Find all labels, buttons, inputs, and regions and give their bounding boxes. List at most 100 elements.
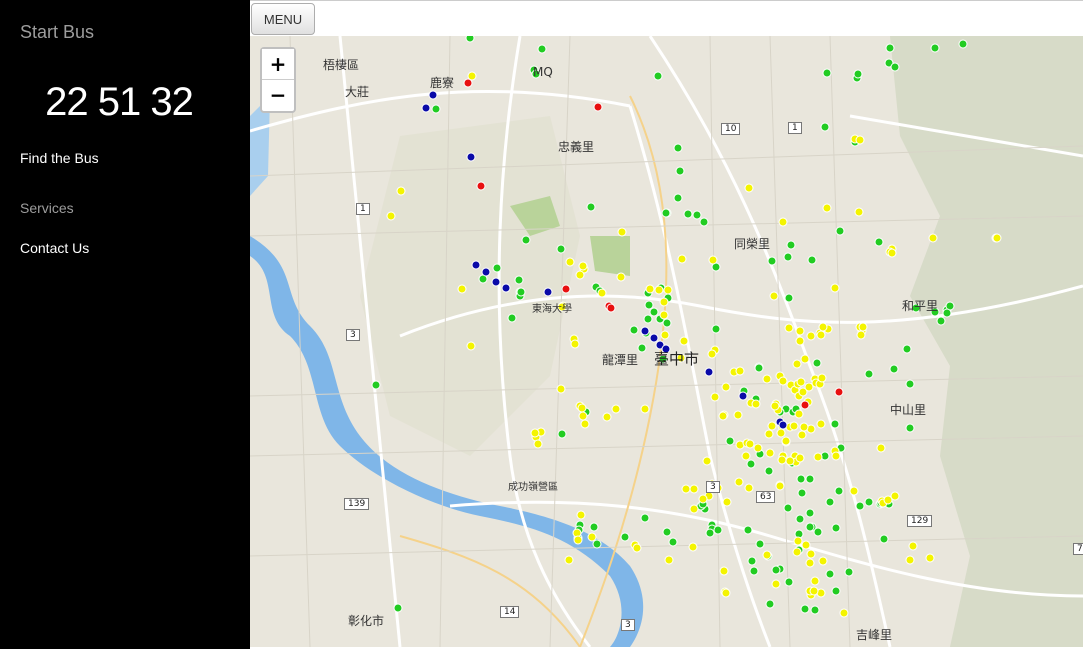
bus-marker-yellow[interactable]: [659, 310, 669, 320]
nav-services[interactable]: Services: [20, 200, 74, 216]
bus-marker-yellow[interactable]: [681, 484, 691, 494]
bus-marker-green[interactable]: [507, 313, 517, 323]
bus-marker-yellow[interactable]: [735, 366, 745, 376]
bus-marker-yellow[interactable]: [818, 322, 828, 332]
bus-marker-yellow[interactable]: [578, 261, 588, 271]
bus-marker-yellow[interactable]: [854, 207, 864, 217]
bus-marker-yellow[interactable]: [816, 330, 826, 340]
bus-marker-green[interactable]: [765, 599, 775, 609]
bus-marker-green[interactable]: [371, 380, 381, 390]
bus-marker-green[interactable]: [643, 314, 653, 324]
bus-marker-green[interactable]: [521, 235, 531, 245]
bus-marker-green[interactable]: [795, 514, 805, 524]
bus-marker-green[interactable]: [743, 525, 753, 535]
bus-marker-yellow[interactable]: [663, 285, 673, 295]
bus-marker-green[interactable]: [855, 501, 865, 511]
bus-marker-yellow[interactable]: [575, 270, 585, 280]
bus-marker-yellow[interactable]: [702, 456, 712, 466]
bus-marker-blue[interactable]: [738, 391, 748, 401]
bus-marker-green[interactable]: [784, 577, 794, 587]
bus-marker-yellow[interactable]: [764, 429, 774, 439]
nav-contact-us[interactable]: Contact Us: [20, 240, 89, 256]
bus-marker-green[interactable]: [890, 62, 900, 72]
bus-marker-yellow[interactable]: [741, 451, 751, 461]
bus-marker-yellow[interactable]: [664, 555, 674, 565]
bus-marker-yellow[interactable]: [573, 535, 583, 545]
bus-marker-yellow[interactable]: [721, 382, 731, 392]
bus-marker-yellow[interactable]: [776, 428, 786, 438]
bus-marker-green[interactable]: [797, 488, 807, 498]
bus-marker-yellow[interactable]: [718, 411, 728, 421]
bus-marker-green[interactable]: [874, 237, 884, 247]
bus-marker-green[interactable]: [784, 293, 794, 303]
bus-marker-yellow[interactable]: [677, 254, 687, 264]
bus-marker-blue[interactable]: [640, 326, 650, 336]
bus-marker-green[interactable]: [783, 503, 793, 513]
bus-marker-yellow[interactable]: [654, 285, 664, 295]
bus-marker-yellow[interactable]: [722, 497, 732, 507]
bus-marker-yellow[interactable]: [810, 576, 820, 586]
bus-marker-yellow[interactable]: [778, 217, 788, 227]
bus-marker-yellow[interactable]: [708, 255, 718, 265]
bus-marker-green[interactable]: [807, 255, 817, 265]
bus-marker-green[interactable]: [820, 122, 830, 132]
bus-marker-yellow[interactable]: [769, 291, 779, 301]
bus-marker-blue[interactable]: [649, 333, 659, 343]
bus-marker-green[interactable]: [905, 379, 915, 389]
bus-marker-green[interactable]: [705, 528, 715, 538]
bus-marker-green[interactable]: [640, 513, 650, 523]
bus-marker-green[interactable]: [746, 459, 756, 469]
bus-marker-yellow[interactable]: [767, 421, 777, 431]
bus-marker-yellow[interactable]: [565, 257, 575, 267]
bus-marker-green[interactable]: [711, 324, 721, 334]
bus-marker-green[interactable]: [844, 567, 854, 577]
bus-marker-yellow[interactable]: [908, 541, 918, 551]
bus-marker-yellow[interactable]: [745, 439, 755, 449]
bus-marker-yellow[interactable]: [876, 443, 886, 453]
bus-marker-red[interactable]: [606, 303, 616, 313]
bus-marker-green[interactable]: [930, 43, 940, 53]
bus-marker-yellow[interactable]: [830, 283, 840, 293]
bus-marker-green[interactable]: [810, 605, 820, 615]
bus-marker-yellow[interactable]: [602, 412, 612, 422]
bus-marker-yellow[interactable]: [928, 233, 938, 243]
bus-marker-yellow[interactable]: [794, 409, 804, 419]
bus-marker-green[interactable]: [902, 344, 912, 354]
bus-marker-green[interactable]: [725, 436, 735, 446]
bus-marker-green[interactable]: [755, 539, 765, 549]
bus-marker-yellow[interactable]: [734, 477, 744, 487]
bus-marker-green[interactable]: [653, 71, 663, 81]
bus-marker-green[interactable]: [800, 604, 810, 614]
bus-marker-green[interactable]: [586, 202, 596, 212]
bus-marker-green[interactable]: [905, 423, 915, 433]
bus-marker-green[interactable]: [767, 256, 777, 266]
bus-marker-yellow[interactable]: [580, 419, 590, 429]
bus-marker-yellow[interactable]: [785, 456, 795, 466]
bus-marker-yellow[interactable]: [822, 203, 832, 213]
bus-marker-yellow[interactable]: [587, 532, 597, 542]
bus-marker-yellow[interactable]: [800, 354, 810, 364]
bus-marker-yellow[interactable]: [707, 349, 717, 359]
bus-marker-green[interactable]: [853, 69, 863, 79]
bus-marker-yellow[interactable]: [597, 288, 607, 298]
bus-marker-yellow[interactable]: [809, 586, 819, 596]
bus-marker-blue[interactable]: [543, 287, 553, 297]
bus-marker-green[interactable]: [465, 36, 475, 43]
bus-marker-red[interactable]: [834, 387, 844, 397]
bus-marker-yellow[interactable]: [784, 323, 794, 333]
bus-marker-yellow[interactable]: [762, 374, 772, 384]
bus-marker-yellow[interactable]: [617, 227, 627, 237]
bus-marker-yellow[interactable]: [813, 452, 823, 462]
bus-marker-yellow[interactable]: [396, 186, 406, 196]
bus-marker-yellow[interactable]: [659, 297, 669, 307]
bus-marker-yellow[interactable]: [688, 542, 698, 552]
bus-marker-green[interactable]: [835, 226, 845, 236]
bus-marker-green[interactable]: [805, 522, 815, 532]
bus-marker-yellow[interactable]: [533, 439, 543, 449]
brand-title[interactable]: Start Bus: [20, 22, 94, 43]
bus-marker-yellow[interactable]: [556, 384, 566, 394]
bus-marker-green[interactable]: [683, 209, 693, 219]
bus-marker-green[interactable]: [492, 263, 502, 273]
zoom-out-button[interactable]: −: [262, 79, 294, 109]
bus-marker-yellow[interactable]: [710, 392, 720, 402]
